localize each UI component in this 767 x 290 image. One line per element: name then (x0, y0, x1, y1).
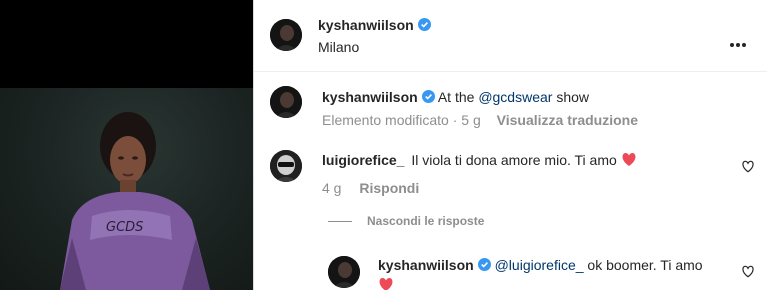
post-location[interactable]: Milano (318, 38, 359, 56)
caption-prefix: At the (437, 89, 475, 105)
author-row: kyshanwiilson (318, 16, 431, 34)
replies-divider (328, 221, 352, 222)
caption-suffix: show (556, 89, 590, 105)
verified-badge-icon (477, 258, 491, 271)
post-photo[interactable]: GCDS (0, 0, 253, 290)
commenter-avatar[interactable] (270, 150, 302, 182)
reply-author-avatar[interactable] (328, 256, 360, 288)
comment-body: Il viola ti dona amore mio. Ti amo (411, 152, 617, 168)
comment-meta: 4 g Rispondi (322, 179, 419, 197)
reply-text: kyshanwiilson @luigiorefice_ ok boomer. … (378, 256, 703, 274)
author-avatar[interactable] (270, 19, 302, 51)
svg-text:GCDS: GCDS (106, 220, 143, 235)
reply-username[interactable]: kyshanwiilson (378, 257, 474, 273)
caption-username[interactable]: kyshanwiilson (322, 89, 418, 105)
caption-author-avatar[interactable] (270, 86, 302, 118)
author-username[interactable]: kyshanwiilson (318, 17, 414, 33)
post-header: kyshanwiilson Milano (254, 0, 767, 72)
hide-replies-button[interactable]: Nascondi le risposte (367, 214, 484, 228)
caption-age[interactable]: 5 g (461, 112, 480, 128)
reply-button[interactable]: Rispondi (359, 180, 419, 196)
more-options-icon[interactable] (730, 34, 750, 47)
red-heart-emoji-icon (621, 152, 637, 171)
red-heart-emoji-icon (378, 277, 394, 290)
verified-badge-icon (417, 18, 431, 31)
photo-figure: GCDS (60, 112, 210, 290)
like-comment-heart-icon[interactable] (741, 160, 755, 173)
reply-emoji-row (378, 276, 394, 290)
verified-badge-icon (421, 90, 435, 103)
commenter-username[interactable]: luigiorefice_ (322, 152, 404, 168)
comment-text: luigiorefice_ Il viola ti dona amore mio… (322, 151, 637, 171)
edited-label: Elemento modificato (322, 112, 449, 128)
reply-mention-link[interactable]: @luigiorefice_ (495, 257, 584, 273)
reply-body: ok boomer. Ti amo (587, 257, 703, 273)
see-translation-button[interactable]: Visualizza traduzione (497, 112, 638, 128)
caption-meta: Elemento modificato · 5 g Visualizza tra… (322, 112, 638, 128)
post-details-panel: kyshanwiilson Milano kyshanwiilson At th… (253, 0, 767, 290)
caption-mention-link[interactable]: @gcdswear (478, 89, 552, 105)
caption-text: kyshanwiilson At the @gcdswear show (322, 88, 589, 106)
like-reply-heart-icon[interactable] (741, 265, 755, 278)
comment-age[interactable]: 4 g (322, 180, 341, 196)
